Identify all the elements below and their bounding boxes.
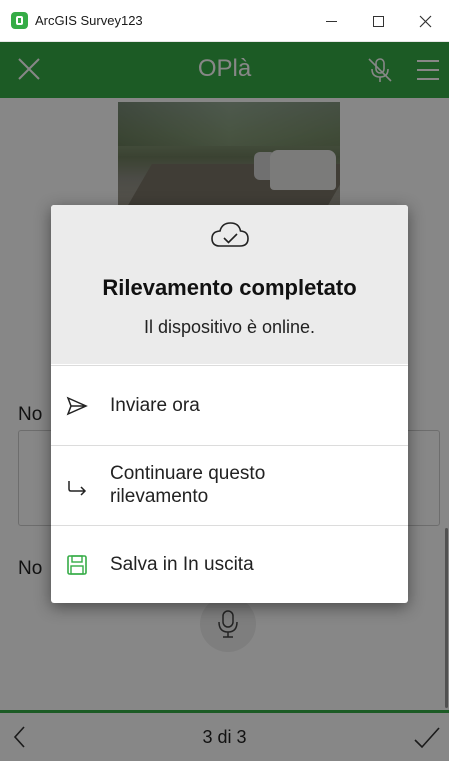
dialog-title: Rilevamento completato xyxy=(102,275,357,300)
send-icon xyxy=(66,396,88,416)
minimize-button[interactable] xyxy=(308,0,355,42)
save-disk-icon xyxy=(67,555,87,575)
redirect-arrow-icon xyxy=(68,481,87,496)
dialog-header: Rilevamento completato Il dispositivo è … xyxy=(51,205,408,364)
save-outbox-button[interactable]: Salva in In uscita xyxy=(51,525,408,603)
continue-survey-button[interactable]: Continuare questo rilevamento xyxy=(51,445,408,525)
send-now-button[interactable]: Inviare ora xyxy=(51,365,408,445)
survey-completed-dialog: Rilevamento completato Il dispositivo è … xyxy=(51,205,408,603)
maximize-icon xyxy=(373,15,384,27)
window-title: ArcGIS Survey123 xyxy=(35,13,143,28)
close-window-button[interactable] xyxy=(402,0,449,42)
close-icon xyxy=(419,15,432,27)
maximize-button[interactable] xyxy=(355,0,402,42)
dialog-subtitle: Il dispositivo è online. xyxy=(143,317,316,337)
app-logo-icon xyxy=(11,12,28,29)
minimize-icon xyxy=(326,20,337,22)
window-controls xyxy=(308,0,449,42)
window-titlebar: ArcGIS Survey123 xyxy=(0,0,449,42)
action-label: Continuare questo rilevamento xyxy=(110,463,266,507)
action-label: Salva in In uscita xyxy=(110,554,254,575)
cloud-check-icon xyxy=(211,222,249,247)
action-label: Inviare ora xyxy=(110,395,200,416)
